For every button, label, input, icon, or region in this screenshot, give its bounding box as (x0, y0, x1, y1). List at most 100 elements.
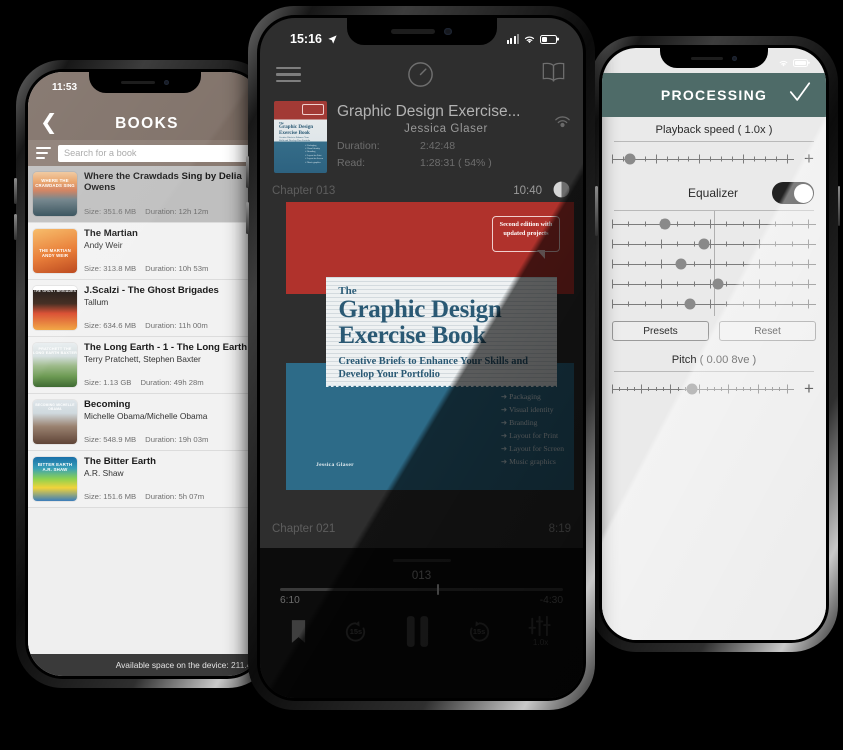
equalizer-band-slider[interactable] (612, 214, 816, 234)
playback-speed-slider[interactable] (612, 152, 794, 166)
battery-icon (540, 34, 557, 44)
now-playing-title: Graphic Design Exercise... (337, 103, 521, 120)
read-label: Read: (337, 157, 366, 169)
reset-button[interactable]: Reset (719, 321, 816, 341)
equalizer-band-slider[interactable] (612, 254, 816, 274)
front-camera (163, 79, 170, 86)
equalizer-band-knob[interactable] (712, 278, 724, 290)
audio-sliders-icon[interactable]: 1.0x (528, 615, 553, 647)
book-cover: THE MARTIAN ANDY WEIR (33, 228, 77, 273)
book-cover-large[interactable]: Second edition with updated projects The… (286, 202, 574, 490)
brightness-contrast-icon[interactable] (552, 180, 571, 202)
list-item[interactable]: PRATCHETT THE LONG EARTH BAXTER The Long… (28, 337, 262, 394)
book-title: J.Scalzi - The Ghost Brigades (84, 285, 219, 296)
remaining-time: -4:30 (539, 595, 563, 606)
book-list[interactable]: WHERE THE CRAWDADS SING Where the Crawda… (28, 166, 262, 654)
chapter-row-current[interactable]: Chapter 013 10:40 (260, 178, 583, 204)
status-time: 15:16 (290, 32, 322, 46)
pause-icon[interactable] (405, 615, 430, 647)
processing-header: PROCESSING (602, 73, 826, 117)
drag-handle[interactable] (392, 559, 451, 562)
equalizer-band-slider[interactable] (612, 274, 816, 294)
player-header (260, 52, 583, 97)
airplay-icon[interactable] (552, 111, 573, 137)
seek-knob[interactable] (437, 584, 440, 595)
equalizer-toggle[interactable] (772, 182, 814, 204)
cover-title-panel: The Graphic Design Exercise Book Creativ… (326, 276, 557, 387)
hamburger-menu-icon[interactable] (34, 146, 51, 160)
transport-controls: 15s 15s 1.0x (260, 615, 583, 647)
volume-up-button[interactable] (245, 156, 249, 188)
player-screen: 15:16 The Graphic Design Exercise Book C… (260, 18, 583, 698)
book-duration: Duration: 12h 12m (145, 207, 209, 216)
list-item[interactable]: WHERE THE CRAWDADS SING Where the Crawda… (28, 166, 262, 223)
book-cover: PRATCHETT THE LONG EARTH BAXTER (33, 342, 77, 387)
forward-15s-icon[interactable]: 15s (466, 618, 493, 645)
chevron-left-icon[interactable]: ❮ (40, 112, 66, 133)
pitch-knob[interactable] (686, 383, 698, 395)
forward-label: 15s (472, 626, 486, 636)
power-button[interactable] (837, 186, 840, 226)
rewind-15s-icon[interactable]: 15s (342, 618, 369, 645)
list-item[interactable]: THE GHOST BRIGADES J.Scalzi - The Ghost … (28, 280, 262, 337)
book-duration: Duration: 10h 53m (145, 264, 209, 273)
book-size: Size: 1.13 GB (84, 378, 132, 387)
bookmark-icon[interactable] (290, 619, 307, 644)
transport-panel: 013 6:10 -4:30 15s 15s 1.0x (260, 548, 583, 698)
open-book-icon[interactable] (540, 61, 567, 89)
notch (89, 72, 201, 93)
chapter-time: 8:19 (548, 523, 571, 535)
current-chapter-number: 013 (411, 570, 432, 582)
book-duration: Duration: 19h 03m (145, 435, 209, 444)
wifi-icon (779, 60, 788, 67)
playback-speed-knob[interactable] (624, 153, 636, 165)
equalizer-band-slider[interactable] (612, 234, 816, 254)
notch (346, 18, 497, 45)
front-camera (444, 27, 452, 36)
read-value: 1:28:31 ( 54% ) (420, 157, 492, 169)
pitch-slider[interactable] (612, 382, 794, 396)
playback-speed-plus-button[interactable]: + (802, 149, 816, 169)
book-size: Size: 151.6 MB (84, 492, 137, 501)
chapter-row-next[interactable]: Chapter 021 8:19 (260, 516, 583, 542)
playback-speed-slider-row[interactable]: + (612, 142, 816, 176)
book-size: Size: 313.8 MB (84, 264, 137, 273)
book-author: Terry Pratchett, Stephen Baxter (84, 353, 201, 364)
pitch-plus-button[interactable]: + (802, 379, 816, 399)
pitch-slider-row[interactable]: + (612, 372, 816, 406)
now-playing-info[interactable]: The Graphic Design Exercise Book Creativ… (260, 97, 583, 176)
cellular-bars-icon (507, 34, 519, 44)
cover-divider (326, 383, 557, 388)
phone-books-device: ❮ BOOKS 11:53 Search for a book WHERE TH… (14, 60, 276, 688)
checkmark-icon[interactable] (788, 81, 812, 110)
book-cover: BECOMING MICHELLE OBAMA (33, 399, 77, 444)
processing-screen: PROCESSING Playback speed (1.0x) + Equ… (602, 48, 826, 640)
volume-down-button[interactable] (14, 214, 17, 240)
book-duration: Duration: 5h 07m (145, 492, 205, 501)
equalizer-band-slider[interactable] (612, 294, 816, 314)
earpiece-speaker (120, 80, 155, 85)
seek-slider[interactable] (280, 584, 563, 595)
list-item[interactable]: BECOMING MICHELLE OBAMA Becoming Michell… (28, 394, 262, 451)
search-input[interactable]: Search for a book (58, 144, 256, 162)
equalizer-band-knob[interactable] (698, 238, 710, 250)
list-item[interactable]: BITTER EARTH A.R. SHAW The Bitter Earth … (28, 451, 262, 508)
equalizer-band-knob[interactable] (684, 298, 696, 310)
page-title: BOOKS (115, 115, 179, 132)
volume-down-button[interactable] (245, 202, 249, 234)
phone-processing-device: PROCESSING Playback speed (1.0x) + Equ… (588, 36, 840, 652)
cover-title-line2: Exercise Book (338, 322, 487, 350)
wifi-icon (524, 36, 535, 44)
presets-button[interactable]: Presets (612, 321, 709, 341)
power-button[interactable] (594, 186, 598, 236)
sleep-timer-icon[interactable] (301, 59, 540, 90)
list-item[interactable]: THE MARTIAN ANDY WEIR The Martian Andy W… (28, 223, 262, 280)
screenshot-stage: ❮ BOOKS 11:53 Search for a book WHERE TH… (0, 0, 843, 750)
equalizer-band-knob[interactable] (675, 258, 687, 270)
equalizer-band-knob[interactable] (659, 218, 671, 230)
earpiece-speaker (691, 56, 723, 60)
search-bar-row: Search for a book (28, 140, 262, 166)
equalizer-label: Equalizer (687, 186, 739, 200)
volume-up-button[interactable] (14, 178, 17, 204)
hamburger-menu-icon[interactable] (276, 67, 301, 82)
